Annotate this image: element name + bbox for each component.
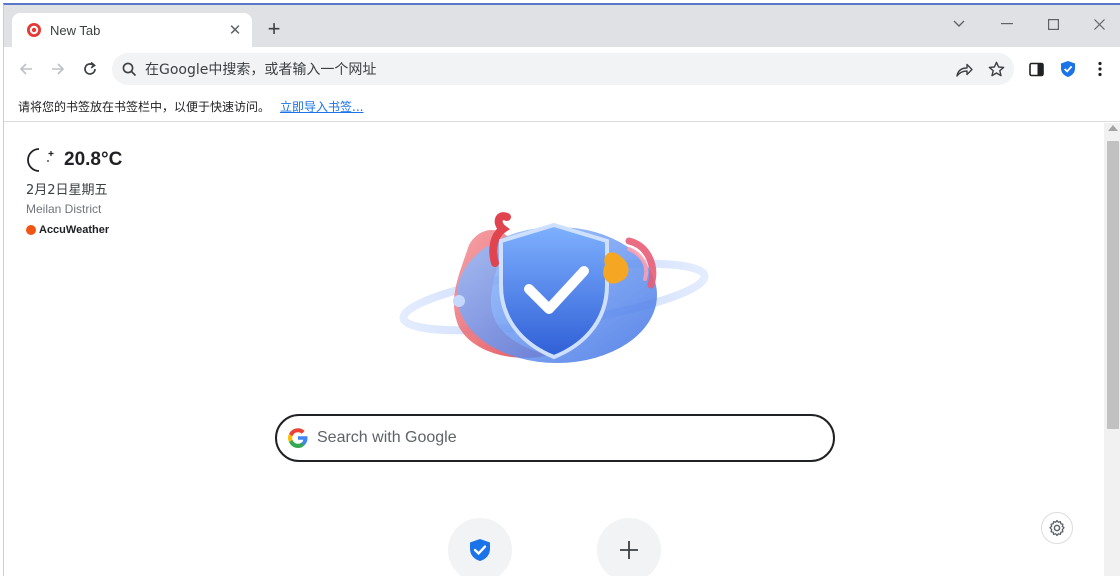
tab-search-chevron-icon[interactable]: [936, 11, 982, 37]
forward-button[interactable]: [44, 55, 72, 83]
search-icon: [122, 62, 137, 76]
customize-settings-button[interactable]: [1041, 512, 1073, 544]
weather-date: 2月2日星期五: [26, 183, 108, 198]
more-menu-button[interactable]: [1086, 55, 1114, 83]
security-shield-illustration: [399, 212, 709, 363]
accuweather-sun-icon: [26, 225, 36, 235]
shield-icon: [1061, 61, 1075, 77]
moon-icon: [27, 148, 54, 172]
import-bookmarks-link[interactable]: 立即导入书签...: [280, 98, 363, 115]
google-search-box[interactable]: Search with Google: [275, 414, 835, 462]
more-menu-icon: [1098, 61, 1102, 77]
gear-icon: [1049, 519, 1065, 537]
side-panel-button[interactable]: [1022, 55, 1050, 83]
browser-window: New Tab ✕ + 在Google中搜索，或者输入一个网址 请将您的书签放在…: [3, 3, 1120, 576]
new-tab-page: 20.8°C 2月2日星期五 Meilan District AccuWeath…: [4, 123, 1104, 576]
accuweather-label: AccuWeather: [39, 224, 110, 236]
reload-icon: [84, 61, 96, 75]
close-window-button[interactable]: [1076, 11, 1120, 37]
tab-new-tab[interactable]: New Tab ✕: [12, 13, 252, 47]
bookmarks-bar-message: 请将您的书签放在书签栏中，以便于快速访问。: [18, 99, 271, 114]
share-icon[interactable]: [950, 55, 978, 83]
tab-strip: New Tab ✕ +: [4, 5, 1120, 47]
weather-temperature: 20.8°C: [64, 149, 123, 170]
bookmarks-bar: 请将您的书签放在书签栏中，以便于快速访问。 立即导入书签...: [4, 91, 1120, 122]
minimize-button[interactable]: [984, 11, 1030, 37]
vertical-scrollbar[interactable]: [1104, 123, 1120, 576]
scrollbar-thumb[interactable]: [1107, 141, 1119, 429]
google-g-icon: [288, 428, 308, 448]
side-panel-icon: [1028, 62, 1044, 76]
new-tab-button[interactable]: +: [262, 16, 286, 41]
weather-widget[interactable]: 20.8°C 2月2日星期五 Meilan District AccuWeath…: [26, 147, 122, 236]
shortcut-security-tile[interactable]: [448, 518, 512, 576]
forward-arrow-icon: [52, 63, 65, 75]
search-placeholder: Search with Google: [317, 429, 457, 446]
shield-icon: [470, 539, 490, 561]
toolbar: 在Google中搜索，或者输入一个网址: [4, 47, 1120, 91]
scroll-up-arrow-icon[interactable]: [1108, 125, 1118, 131]
star-icon[interactable]: [982, 55, 1010, 83]
browser-favicon-icon: [27, 23, 41, 37]
accuweather-logo[interactable]: AccuWeather: [26, 224, 122, 236]
add-shortcut-button[interactable]: [597, 518, 661, 576]
maximize-button[interactable]: [1030, 11, 1076, 37]
address-bar-placeholder: 在Google中搜索，或者输入一个网址: [145, 62, 377, 78]
plus-icon: [620, 541, 638, 559]
back-button[interactable]: [12, 55, 40, 83]
weather-location: Meilan District: [26, 202, 102, 216]
address-bar[interactable]: 在Google中搜索，或者输入一个网址: [112, 53, 1014, 85]
tab-close-icon[interactable]: ✕: [224, 19, 246, 41]
back-arrow-icon: [19, 63, 32, 75]
tab-title: New Tab: [50, 22, 101, 38]
reload-button[interactable]: [76, 55, 104, 83]
security-extension-button[interactable]: [1054, 55, 1082, 83]
